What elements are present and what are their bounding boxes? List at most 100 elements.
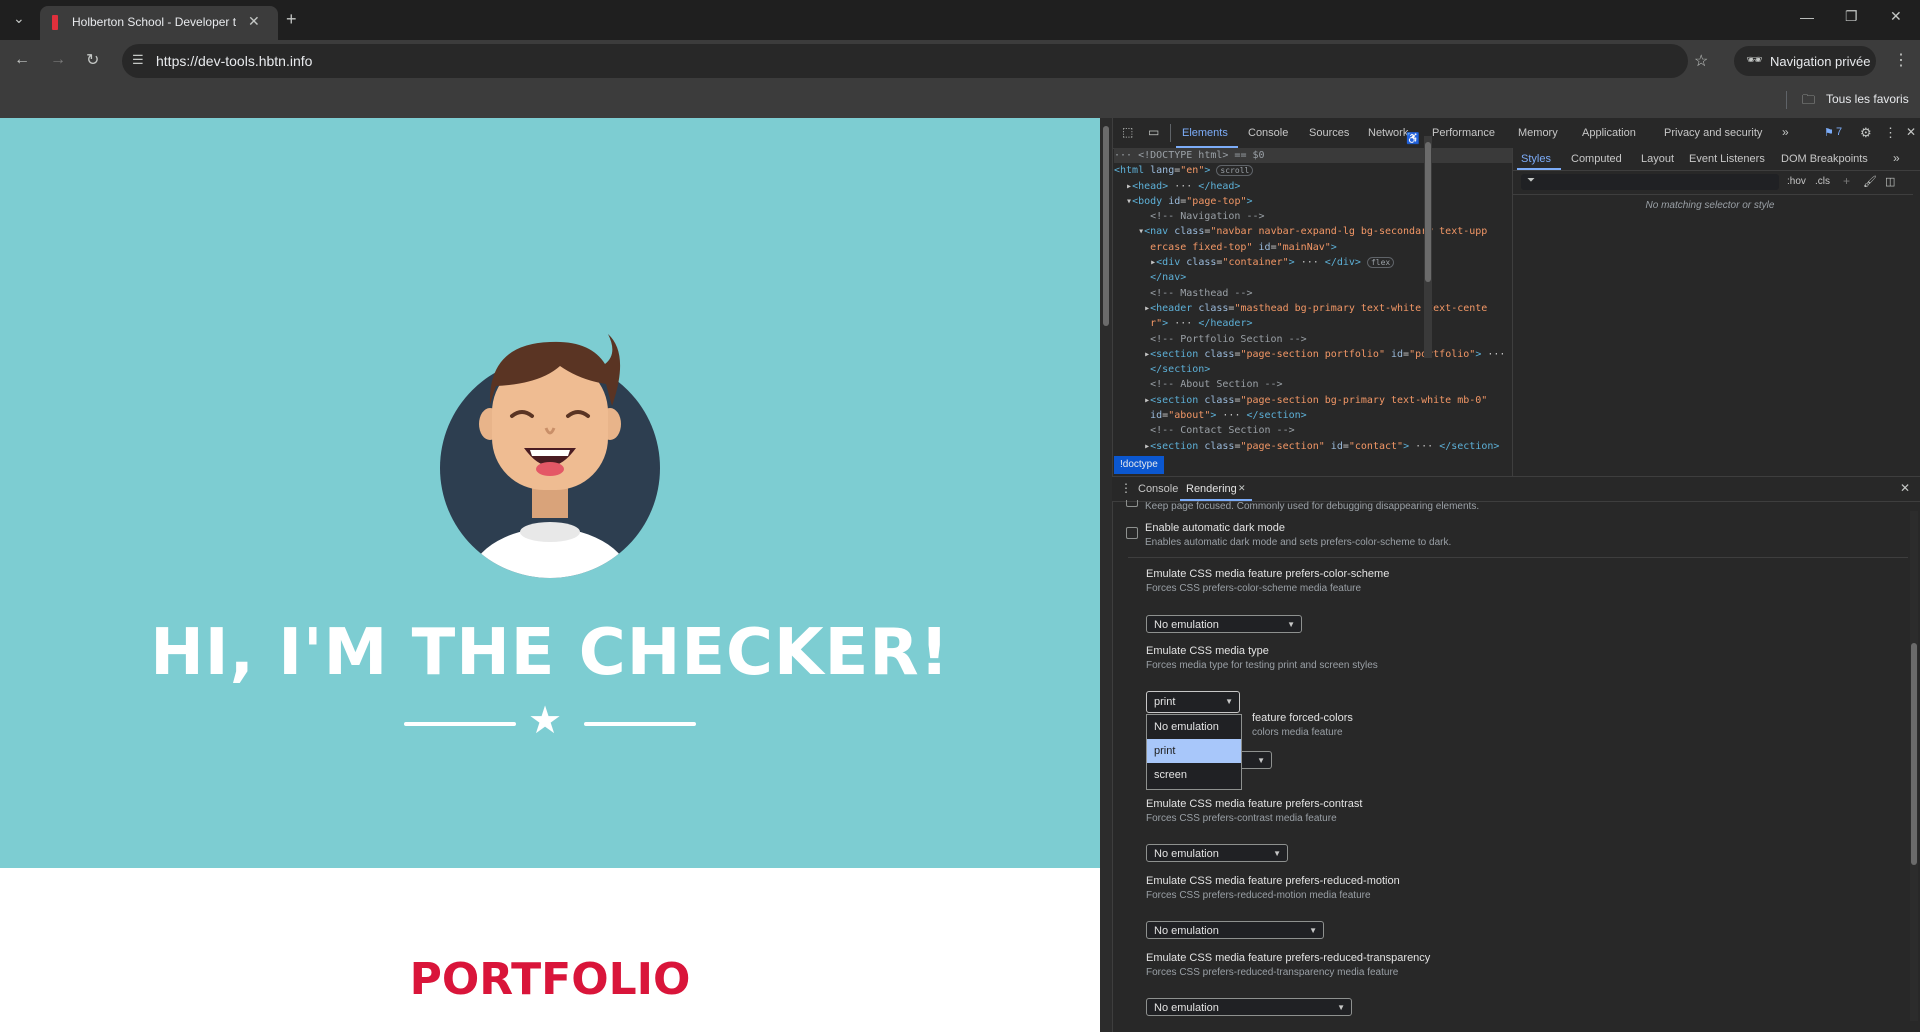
tab-memory[interactable]: Memory [1518,127,1558,139]
restore-icon[interactable]: ❐ [1845,8,1858,25]
dark-mode-desc: Enables automatic dark mode and sets pre… [1145,537,1452,548]
devtools-tab-bar: ⬚ ▭ Elements Console Sources Network Per… [1112,118,1920,149]
tab-layout[interactable]: Layout [1641,153,1674,165]
avatar [440,334,660,578]
tab-console[interactable]: Console [1248,127,1288,139]
media-type-select[interactable]: print ▼ [1146,691,1240,713]
site-favicon-icon [52,15,58,30]
breadcrumb[interactable]: !doctype [1114,456,1164,474]
rendering-scrollbar-thumb[interactable] [1911,643,1917,865]
bookmark-star-icon[interactable]: ☆ [1694,51,1708,71]
media-type-title: Emulate CSS media type [1146,645,1269,657]
color-scheme-title: Emulate CSS media feature prefers-color-… [1146,568,1390,580]
filter-icon: ⏷ [1527,175,1535,186]
media-option-screen[interactable]: screen [1147,763,1241,787]
media-option-print[interactable]: print [1147,739,1241,763]
tab-network[interactable]: Network [1368,127,1408,139]
browser-tab[interactable]: Holberton School - Developer t ✕ [40,6,278,40]
close-window-icon[interactable]: ✕ [1890,8,1902,25]
portfolio-heading: PORTFOLIO [409,954,691,1005]
more-style-tabs-icon[interactable]: » [1893,151,1900,165]
minimize-icon[interactable]: — [1800,9,1814,25]
tab-event-listeners[interactable]: Event Listeners [1689,153,1765,165]
reduced-transparency-select[interactable]: No emulation ▼ [1146,998,1352,1016]
styles-tab-bar: Styles Computed Layout Event Listeners D… [1513,148,1920,171]
incognito-indicator[interactable]: 🕶 Navigation privée [1734,46,1876,76]
forward-icon[interactable]: → [50,51,66,69]
all-bookmarks-label[interactable]: Tous les favoris [1826,92,1909,106]
browser-menu-icon[interactable]: ⋮ [1893,50,1909,70]
doctype-text: <!DOCTYPE html> == $0 [1138,150,1265,161]
chevron-down-icon: ▼ [1309,926,1317,935]
accessibility-tree-icon[interactable]: ♿ [1406,132,1420,145]
tab-application[interactable]: Application [1582,127,1636,139]
site-info-icon[interactable]: ☰ [132,52,144,68]
rendering-panel: Keep page focused. Commonly used for deb… [1112,500,1920,1032]
tab-title: Holberton School - Developer t [72,15,237,29]
issues-flag-icon[interactable]: ⚑ [1824,126,1834,139]
tab-sources[interactable]: Sources [1309,127,1349,139]
reload-icon[interactable]: ↻ [86,50,99,70]
media-type-desc: Forces media type for testing print and … [1146,660,1378,671]
url-text[interactable]: https://dev-tools.hbtn.info [156,53,312,69]
tab-privacy-security[interactable]: Privacy and security [1664,127,1762,139]
chevron-down-icon: ▼ [1287,620,1295,629]
folder-icon: 🗀 [1802,92,1816,107]
new-tab-icon[interactable]: + [286,9,297,30]
styles-divider [1513,194,1913,195]
elements-scrollbar-thumb[interactable] [1425,142,1431,282]
drawer-menu-icon[interactable]: ⋮ [1120,481,1132,495]
star-icon: ★ [528,700,563,742]
page-scrollbar-thumb[interactable] [1103,126,1109,326]
bookmarks-bar: 🗀 Tous les favoris [0,82,1920,118]
focus-page-desc: Keep page focused. Commonly used for deb… [1145,501,1480,512]
color-scheme-select[interactable]: No emulation ▼ [1146,615,1302,633]
chevron-down-icon: ▼ [1273,849,1281,858]
media-type-dropdown[interactable]: No emulation print screen [1146,714,1242,790]
tab-search-chevron-icon[interactable]: ⌄ [13,10,25,27]
tab-elements[interactable]: Elements [1182,127,1228,139]
reduced-motion-desc: Forces CSS prefers-reduced-motion media … [1146,890,1371,901]
masthead: HI, I'M THE CHECKER! ★ [0,118,1100,868]
web-page: HI, I'M THE CHECKER! ★ PORTFOLIO [0,118,1100,1032]
address-bar[interactable]: ☰ https://dev-tools.hbtn.info ☆ [122,44,1708,78]
reduced-motion-select[interactable]: No emulation ▼ [1146,921,1324,939]
forced-colors-desc: colors media feature [1252,727,1343,738]
devtools-menu-icon[interactable]: ⋮ [1884,125,1897,141]
issues-count[interactable]: 7 [1836,126,1842,138]
close-drawer-icon[interactable]: ✕ [1900,481,1910,495]
device-toolbar-icon[interactable]: ▭ [1148,125,1159,139]
tab-styles[interactable]: Styles [1521,153,1551,165]
hov-toggle[interactable]: :hov [1787,176,1806,187]
more-tabs-icon[interactable]: » [1782,125,1789,139]
drawer-tab-rendering[interactable]: Rendering [1186,483,1237,495]
bookmarks-divider [1786,91,1787,109]
tab-dom-breakpoints[interactable]: DOM Breakpoints [1781,153,1868,165]
rendering-scrollbar[interactable] [1910,511,1918,1021]
toggle-sidebar-icon[interactable]: ◫ [1885,175,1895,188]
focus-page-checkbox[interactable] [1126,500,1138,507]
reduced-transparency-value: No emulation [1154,1002,1219,1014]
cls-toggle[interactable]: .cls [1815,176,1830,187]
tab-computed[interactable]: Computed [1571,153,1622,165]
styles-filter-input[interactable]: ⏷ [1521,174,1779,190]
contrast-value: No emulation [1154,848,1219,860]
dark-mode-checkbox[interactable] [1126,527,1138,539]
tab-strip: ⌄ Holberton School - Developer t ✕ + — ❐… [0,0,1920,40]
forced-colors-title: feature forced-colors [1252,712,1353,724]
elements-scrollbar[interactable] [1424,136,1432,358]
close-rendering-tab-icon[interactable]: ✕ [1238,483,1246,494]
inspect-element-icon[interactable]: ⬚ [1122,125,1133,139]
new-style-rule-icon[interactable]: + [1843,174,1850,188]
settings-gear-icon[interactable]: ⚙ [1860,125,1872,141]
media-option-no-emulation[interactable]: No emulation [1147,715,1241,739]
reduced-transparency-title: Emulate CSS media feature prefers-reduce… [1146,952,1431,964]
back-icon[interactable]: ← [14,51,30,69]
tab-performance[interactable]: Performance [1432,127,1495,139]
contrast-desc: Forces CSS prefers-contrast media featur… [1146,813,1337,824]
contrast-select[interactable]: No emulation ▼ [1146,844,1288,862]
close-tab-icon[interactable]: ✕ [248,13,260,30]
drawer-tab-console[interactable]: Console [1138,483,1178,495]
rendering-emulation-icon[interactable]: 🖌 [1863,175,1877,188]
close-devtools-icon[interactable]: ✕ [1906,125,1916,139]
